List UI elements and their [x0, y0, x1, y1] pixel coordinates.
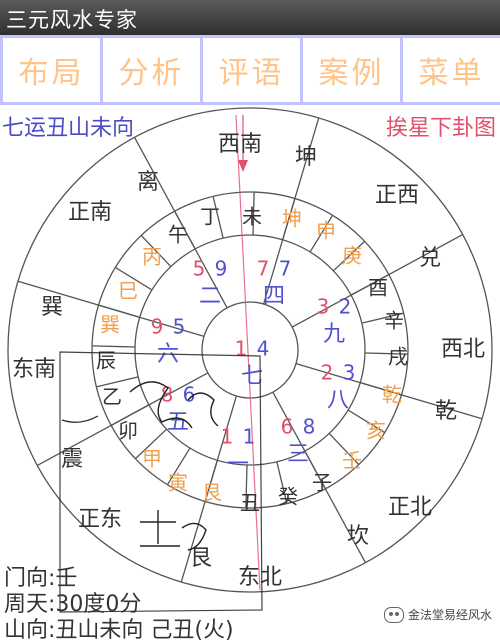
direction-label: 正南: [68, 200, 112, 225]
water-star: 7: [279, 257, 292, 281]
wechat-icon: [383, 606, 404, 623]
base-star: 四: [263, 284, 285, 309]
water-star: 8: [303, 415, 316, 439]
water-star: 5: [173, 315, 186, 339]
mountain-label: 寅: [168, 471, 188, 495]
mountain-star: 1: [235, 337, 248, 361]
mountain-label: 戌: [388, 345, 408, 369]
mountain-star: 3: [317, 295, 330, 319]
mountain-label: 甲: [142, 447, 162, 471]
direction-label: 乾: [435, 399, 457, 424]
mountain-label: 申: [316, 219, 336, 243]
mountain-label: 巳: [118, 279, 138, 303]
direction-label: 东南: [12, 357, 56, 382]
mountain-divider: [92, 345, 136, 348]
direction-label: 兑: [419, 246, 441, 271]
water-star: 9: [215, 257, 228, 281]
mountain-star: 2: [321, 361, 334, 385]
direction-label: 艮: [190, 546, 212, 571]
mountain-label: 坤: [282, 207, 302, 231]
mountain-label: 未: [242, 205, 262, 229]
mountain-star: 6: [281, 415, 294, 439]
menu-comment-button[interactable]: 评语: [200, 35, 303, 102]
menu-bar: 布局 分析 评语 案例 菜单: [0, 35, 500, 105]
watermark: 金法堂易经风水: [383, 606, 492, 623]
mountain-star: 8: [161, 383, 174, 407]
mountain-label: 辰: [96, 349, 116, 373]
direction-label: 正东: [78, 507, 122, 532]
mountain-star: 1: [221, 425, 234, 449]
mountain-label: 癸: [278, 485, 298, 509]
direction-label: 西北: [441, 337, 485, 362]
mountain-label: 子: [312, 471, 332, 495]
base-star: 八: [327, 388, 349, 413]
direction-label: 正西: [375, 183, 419, 208]
mountain-label: 乾: [382, 383, 402, 407]
menu-menu-button[interactable]: 菜单: [400, 35, 500, 102]
menu-cases-button[interactable]: 案例: [300, 35, 403, 102]
direction-label: 离: [137, 170, 159, 195]
base-star: 五: [167, 410, 189, 435]
mountain-label: 丙: [142, 245, 162, 269]
water-star: 3: [343, 361, 356, 385]
mountain-star: 5: [193, 257, 206, 281]
mountain-label: 卯: [118, 419, 138, 443]
mountain-label: 艮: [202, 481, 222, 505]
mountain-star: 7: [257, 257, 270, 281]
mountain-label: 巽: [100, 313, 120, 337]
mountain-label: 午: [168, 223, 188, 247]
direction-label: 东北: [238, 565, 282, 590]
base-star: 三: [287, 442, 309, 467]
water-star: 4: [257, 337, 270, 361]
watermark-text: 金法堂易经风水: [407, 608, 492, 622]
direction-label: 巽: [41, 295, 63, 320]
mountain-direction: 山向:丑山未向 己丑(火): [4, 618, 234, 643]
mountain-label: 酉: [368, 276, 388, 300]
mountain-label: 丑: [240, 491, 260, 515]
mountain-label: 壬: [342, 449, 362, 473]
app-title: 三元风水专家: [6, 8, 138, 32]
mountain-label: 庚: [342, 244, 362, 268]
water-star: 2: [339, 295, 352, 319]
mountain-label: 亥: [366, 419, 386, 443]
direction-label: 坤: [295, 145, 317, 170]
water-star: 1: [243, 425, 256, 449]
mountain-label: 辛: [384, 309, 404, 333]
direction-label: 西南: [218, 132, 262, 157]
direction-label: 坎: [347, 524, 369, 549]
base-star: 九: [323, 322, 345, 347]
mountain-label: 乙: [102, 385, 122, 409]
menu-layout-button[interactable]: 布局: [0, 35, 103, 102]
mountain-star: 9: [151, 315, 164, 339]
menu-analysis-button[interactable]: 分析: [100, 35, 203, 102]
mountain-label: 丁: [200, 205, 220, 229]
base-star: 二: [199, 284, 221, 309]
direction-label: 正北: [388, 495, 432, 520]
direction-label: 震: [61, 447, 83, 472]
base-star: 一: [227, 452, 249, 477]
title-bar: 三元风水专家: [0, 0, 500, 35]
